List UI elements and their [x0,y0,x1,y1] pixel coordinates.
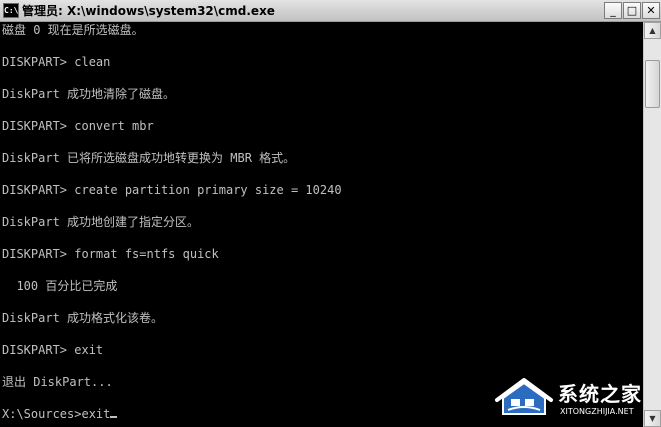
cmd-window: C:\ 管理员: X:\windows\system32\cmd.exe _ □… [0,0,661,427]
console-line: 100 百分比已完成 [2,279,118,293]
console-output[interactable]: 磁盘 0 现在是所选磁盘。 DISKPART> clean DiskPart 成… [0,22,643,427]
console-line: DISKPART> convert mbr [2,119,154,133]
house-logo-icon [495,378,553,415]
console-prompt-line: X:\Sources>exit [2,406,118,422]
console-line: DiskPart 成功地创建了指定分区。 [2,215,200,229]
minimize-button[interactable]: _ [604,2,622,19]
console-line: DISKPART> create partition primary size … [2,183,342,197]
close-button[interactable]: ✕ [642,2,660,19]
maximize-button[interactable]: □ [623,2,641,19]
vertical-scrollbar[interactable]: ▲ ▼ [643,22,661,427]
watermark-url: XITONGZHIJIA.NET [560,407,634,416]
site-watermark: 系统之家 XITONGZHIJIA.NET [493,374,659,422]
scrollbar-thumb[interactable] [645,60,660,108]
console-line: DISKPART> format fs=ntfs quick [2,247,219,261]
console-line: DISKPART> exit [2,343,104,357]
cmd-app-icon[interactable]: C:\ [3,3,19,18]
console-line: DiskPart 已将所选磁盘成功地转更换为 MBR 格式。 [2,151,296,165]
console-line: DISKPART> clean [2,55,111,69]
window-title: 管理员: X:\windows\system32\cmd.exe [22,4,275,18]
scroll-up-arrow-icon[interactable]: ▲ [644,22,661,39]
console-line: 退出 DiskPart... [2,375,113,389]
console-line: X:\Sources>exit [2,407,111,421]
text-cursor [110,416,118,418]
console-line: 磁盘 0 现在是所选磁盘。 [2,23,144,37]
console-line: DiskPart 成功格式化该卷。 [2,311,164,325]
watermark-name: 系统之家 [558,382,642,406]
title-bar[interactable]: C:\ 管理员: X:\windows\system32\cmd.exe _ □… [0,0,661,22]
console-line: DiskPart 成功地清除了磁盘。 [2,87,176,101]
